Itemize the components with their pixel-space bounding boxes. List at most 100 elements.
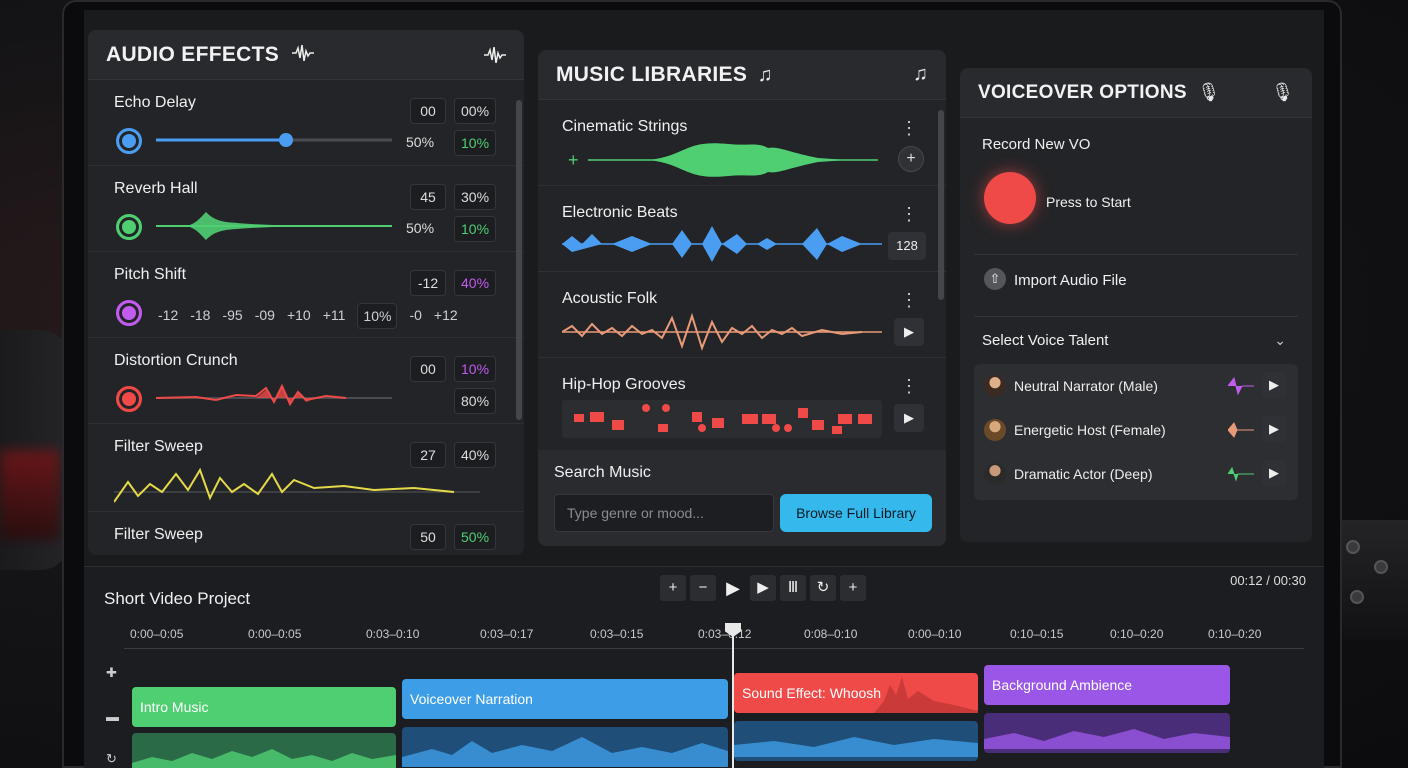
avatar xyxy=(984,419,1006,441)
fx-value[interactable]: 00% xyxy=(454,98,497,124)
pitch-tick[interactable]: 10% xyxy=(357,303,398,329)
fx-value: 50% xyxy=(406,220,435,236)
fx-value[interactable]: 80% xyxy=(454,388,497,414)
talent-waveform xyxy=(1228,376,1254,396)
waveform-lane xyxy=(984,713,1230,753)
record-button[interactable] xyxy=(984,172,1036,224)
music-note-icon: ♫ xyxy=(757,63,773,86)
search-input[interactable] xyxy=(554,494,774,532)
echo-slider[interactable] xyxy=(156,130,396,150)
fx-value[interactable]: -12 xyxy=(410,270,446,296)
track-name: Hip-Hop Grooves xyxy=(562,376,686,393)
track-name: Cinematic Strings xyxy=(562,118,688,135)
fx-knob[interactable] xyxy=(116,386,142,412)
fx-row-filter-sweep: Filter Sweep 50 50% xyxy=(88,512,524,555)
add-button[interactable]: + xyxy=(840,575,866,601)
voice-talent-item[interactable]: Energetic Host (Female) ▶ xyxy=(974,408,1298,452)
upload-icon[interactable]: ⇧ xyxy=(984,268,1006,290)
add-track-icon[interactable]: ✚ xyxy=(106,665,117,681)
music-track[interactable]: Acoustic Folk ⋮ ▶ xyxy=(538,272,946,358)
loop-icon[interactable]: ↻ xyxy=(106,751,117,767)
cinematic-waveform xyxy=(588,143,878,177)
chevron-down-icon[interactable]: ⌄ xyxy=(1274,332,1286,349)
voice-talent-item[interactable]: Neutral Narrator (Male) ▶ xyxy=(974,364,1298,408)
more-options-icon[interactable]: ⋮ xyxy=(900,204,918,225)
fx-value[interactable]: 10% xyxy=(454,216,497,242)
browse-full-library-button[interactable]: Browse Full Library xyxy=(780,494,932,532)
music-libraries-header: MUSIC LIBRARIES ♫ ♫ xyxy=(538,50,946,100)
split-icon[interactable]: Ⅲ xyxy=(780,575,806,601)
comment-icon[interactable]: ▬ xyxy=(106,709,119,724)
clip-intro-music[interactable]: Intro Music xyxy=(132,687,396,727)
music-track[interactable]: Hip-Hop Grooves ⋮ ▶ xyxy=(538,358,946,444)
fx-value[interactable]: 40% xyxy=(454,270,497,296)
play-button[interactable]: ▶ xyxy=(894,318,924,346)
fx-row-echo-delay: Echo Delay 00 00% 50% 10% xyxy=(88,80,524,166)
whoosh-waveform xyxy=(874,677,978,713)
play-button[interactable]: ▶ xyxy=(1262,372,1286,398)
pitch-scale: -12 -18 -95 -09 +10 +11 10% -0 +12 xyxy=(158,303,458,329)
pitch-tick: -95 xyxy=(222,307,243,323)
music-note-icon[interactable]: ♫ xyxy=(913,63,928,86)
voice-talent-list: Neutral Narrator (Male) ▶ Energetic Host… xyxy=(974,364,1298,500)
waveform-icon[interactable] xyxy=(484,46,506,63)
add-icon[interactable]: + xyxy=(568,150,579,171)
fx-value[interactable]: 10% xyxy=(454,130,497,156)
ruler-label: 0:00–0:10 xyxy=(908,627,962,641)
fx-value[interactable]: 00 xyxy=(410,98,446,124)
loop-icon[interactable]: ↻ xyxy=(810,575,836,601)
time-ruler[interactable]: 0:00–0:05 0:00–0:05 0:03–0:10 0:03–0:17 … xyxy=(124,619,1304,649)
fx-value[interactable]: 50% xyxy=(454,524,497,550)
distortion-waveform xyxy=(156,383,392,407)
ruler-label: 0:10–0:15 xyxy=(1010,627,1064,641)
zoom-out-button[interactable]: − xyxy=(690,575,716,601)
fx-value[interactable]: 40% xyxy=(454,442,497,468)
more-options-icon[interactable]: ⋮ xyxy=(900,376,918,397)
clip-background-ambience[interactable]: Background Ambience xyxy=(984,665,1230,705)
music-track[interactable]: Electronic Beats ⋮ 128 xyxy=(538,186,946,272)
track-name: Electronic Beats xyxy=(562,204,678,221)
search-music-section: Search Music Browse Full Library xyxy=(538,450,946,546)
zoom-in-button[interactable]: + xyxy=(660,575,686,601)
more-options-icon[interactable]: ⋮ xyxy=(900,290,918,311)
fx-value[interactable]: 45 xyxy=(410,184,446,210)
ruler-label: 0:00–0:05 xyxy=(248,627,302,641)
play-button[interactable]: ▶ xyxy=(894,404,924,432)
search-music-label: Search Music xyxy=(554,464,651,481)
ruler-label: 0:03–0:15 xyxy=(590,627,644,641)
fx-scrollbar[interactable] xyxy=(516,100,522,420)
fx-value[interactable]: 00 xyxy=(410,356,446,382)
fx-value[interactable]: 30% xyxy=(454,184,497,210)
fx-value[interactable]: 27 xyxy=(410,442,446,468)
ruler-label: 0:10–0:20 xyxy=(1208,627,1262,641)
clip-voiceover-narration[interactable]: Voiceover Narration xyxy=(402,679,728,719)
music-scrollbar[interactable] xyxy=(938,110,944,300)
pitch-tick: +11 xyxy=(322,307,346,323)
fx-knob[interactable] xyxy=(116,300,142,326)
ruler-label: 0:00–0:05 xyxy=(130,627,184,641)
microphone-icon[interactable]: 🎙 xyxy=(1271,82,1294,103)
fx-name: Filter Sweep xyxy=(114,526,203,543)
pitch-tick: +10 xyxy=(286,307,311,323)
playhead[interactable] xyxy=(732,623,734,768)
fx-value[interactable]: 10% xyxy=(454,356,497,382)
fx-value[interactable]: 50 xyxy=(410,524,446,550)
fx-knob[interactable] xyxy=(116,214,142,240)
play-button[interactable]: ▶ xyxy=(720,575,746,601)
fx-knob[interactable] xyxy=(116,128,142,154)
fx-name: Pitch Shift xyxy=(114,266,187,283)
voice-talent-item[interactable]: Dramatic Actor (Deep) ▶ xyxy=(974,452,1298,496)
music-libraries-panel: MUSIC LIBRARIES ♫ ♫ Cinematic Strings ⋮ … xyxy=(538,50,946,546)
track-name: Acoustic Folk xyxy=(562,290,658,307)
music-track[interactable]: Cinematic Strings ⋮ + + xyxy=(538,100,946,186)
import-audio-file-button[interactable]: Import Audio File xyxy=(1014,272,1127,289)
waveform-lane xyxy=(734,721,978,761)
add-button[interactable]: + xyxy=(898,146,924,172)
fx-name: Distortion Crunch xyxy=(114,352,238,369)
play-button[interactable]: ▶ xyxy=(1262,460,1286,486)
play-button[interactable]: ▶ xyxy=(1262,416,1286,442)
voiceover-options-panel: VOICEOVER OPTIONS 🎙 🎙 Record New VO Pres… xyxy=(960,68,1312,542)
more-options-icon[interactable]: ⋮ xyxy=(900,118,918,139)
play-button[interactable]: ▶ xyxy=(750,575,776,601)
divider xyxy=(974,316,1298,317)
